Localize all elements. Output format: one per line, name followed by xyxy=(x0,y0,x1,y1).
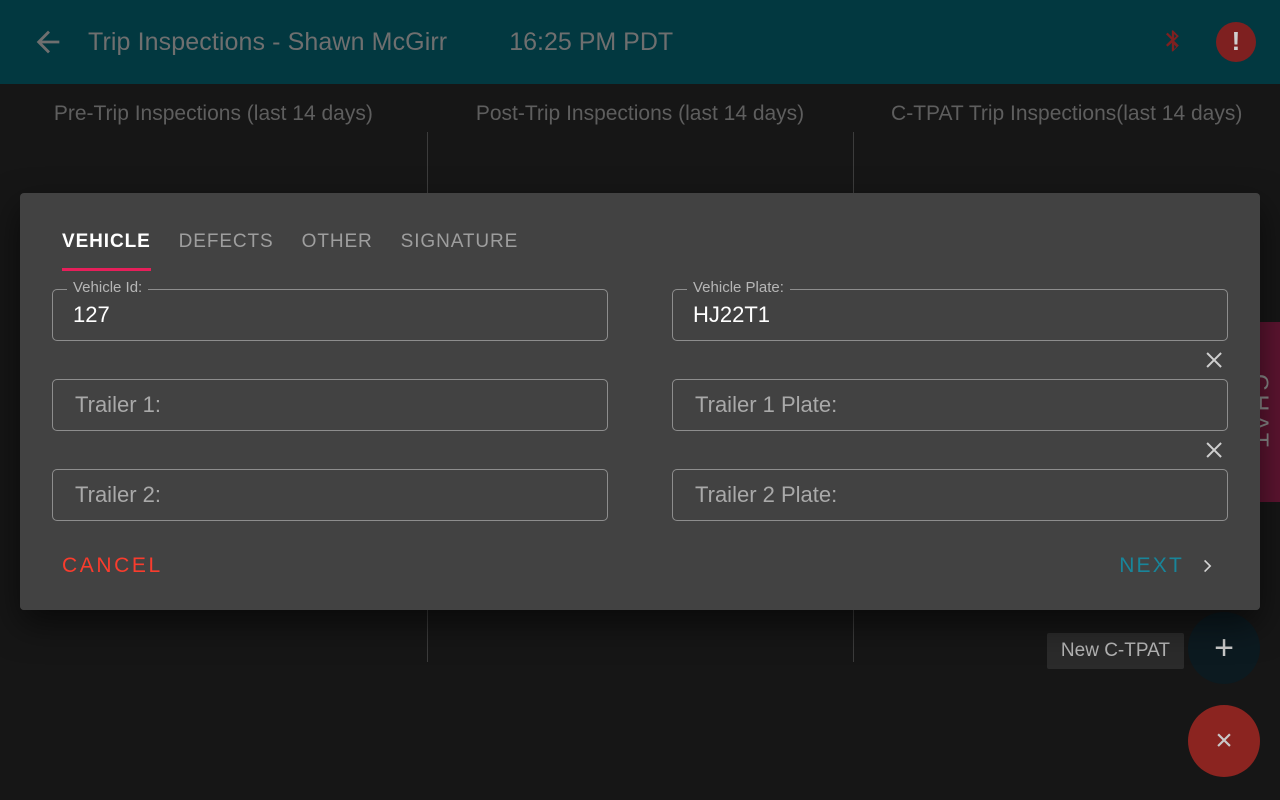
cancel-button[interactable]: CANCEL xyxy=(62,554,163,578)
app-bar-clock: 16:25 PM PDT xyxy=(509,27,674,56)
tab-vehicle-label: VEHICLE xyxy=(62,231,151,252)
tab-signature[interactable]: SIGNATURE xyxy=(387,231,533,271)
app-root: Pre-Trip Inspections (last 14 days) Post… xyxy=(0,0,1280,800)
trailer-2-plate-placeholder: Trailer 2 Plate: xyxy=(695,482,838,507)
form-col-left-vehicle: Vehicle Id: 127 xyxy=(52,280,608,379)
close-x-icon xyxy=(1206,442,1222,458)
column-title-ctpat: C-TPAT Trip Inspections(last 14 days) xyxy=(891,102,1243,125)
form-col-right-trailer-1: Trailer 1 Plate: xyxy=(672,379,1228,469)
next-button[interactable]: NEXT xyxy=(1119,554,1218,578)
inspection-dialog: VEHICLE DEFECTS OTHER SIGNATURE Vehicle … xyxy=(20,193,1260,610)
dialog-action-bar: CANCEL NEXT xyxy=(20,522,1260,610)
tab-other[interactable]: OTHER xyxy=(288,231,387,271)
trailer-2-plate-field[interactable]: Trailer 2 Plate: xyxy=(672,469,1228,521)
vehicle-id-field[interactable]: Vehicle Id: 127 xyxy=(52,280,608,341)
close-fab[interactable]: × xyxy=(1188,705,1260,777)
alert-exclamation-icon: ! xyxy=(1231,26,1241,56)
tab-other-label: OTHER xyxy=(301,231,373,252)
trailer-1-field[interactable]: Trailer 1: xyxy=(52,379,608,431)
tab-vehicle[interactable]: VEHICLE xyxy=(62,231,165,271)
bluetooth-status-button[interactable] xyxy=(1156,25,1190,59)
trailer-2-placeholder: Trailer 2: xyxy=(75,482,161,507)
arrow-left-icon xyxy=(36,30,60,54)
tab-defects-label: DEFECTS xyxy=(178,231,274,252)
close-icon: × xyxy=(1215,724,1233,757)
form-col-left-trailer-1: Trailer 1: xyxy=(52,379,608,469)
form-row-vehicle: Vehicle Id: 127 Vehicle Plate: HJ22T1 xyxy=(52,280,1229,379)
vehicle-id-value: 127 xyxy=(73,302,110,327)
next-button-label: NEXT xyxy=(1119,554,1184,577)
vehicle-plate-value: HJ22T1 xyxy=(693,302,771,327)
add-ctpat-fab[interactable]: + xyxy=(1188,612,1260,684)
vehicle-plate-field[interactable]: Vehicle Plate: HJ22T1 xyxy=(672,280,1228,341)
app-bar: Trip Inspections - Shawn McGirr 16:25 PM… xyxy=(0,0,1280,84)
chevron-right-icon xyxy=(1204,559,1212,573)
trailer-2-field[interactable]: Trailer 2: xyxy=(52,469,608,521)
vehicle-id-label: Vehicle Id: xyxy=(67,280,149,295)
vehicle-form: Vehicle Id: 127 Vehicle Plate: HJ22T1 Tr… xyxy=(52,271,1228,559)
clear-trailer-1-row-button[interactable] xyxy=(1199,435,1229,465)
alert-badge[interactable]: ! xyxy=(1216,22,1256,62)
tab-signature-label: SIGNATURE xyxy=(400,231,519,252)
back-button[interactable] xyxy=(20,14,76,70)
plus-icon: + xyxy=(1214,629,1234,667)
bluetooth-icon xyxy=(1166,30,1179,52)
trailer-1-placeholder: Trailer 1: xyxy=(75,392,161,417)
tab-defects[interactable]: DEFECTS xyxy=(165,231,288,271)
clear-vehicle-row-button[interactable] xyxy=(1199,345,1229,375)
app-bar-title: Trip Inspections - Shawn McGirr xyxy=(88,27,448,56)
vehicle-plate-label: Vehicle Plate: xyxy=(687,280,790,295)
trailer-1-plate-placeholder: Trailer 1 Plate: xyxy=(695,392,838,417)
column-title-pre-trip: Pre-Trip Inspections (last 14 days) xyxy=(53,102,373,125)
form-col-right-vehicle: Vehicle Plate: HJ22T1 xyxy=(672,280,1229,379)
close-x-icon xyxy=(1206,352,1222,368)
dialog-tabs: VEHICLE DEFECTS OTHER SIGNATURE xyxy=(20,193,1260,271)
new-ctpat-tooltip: New C-TPAT xyxy=(1046,633,1184,669)
form-row-trailer-1: Trailer 1: Trailer 1 Plate: xyxy=(52,379,1228,469)
trailer-1-plate-field[interactable]: Trailer 1 Plate: xyxy=(672,379,1228,431)
column-title-post-trip: Post-Trip Inspections (last 14 days) xyxy=(475,102,805,125)
